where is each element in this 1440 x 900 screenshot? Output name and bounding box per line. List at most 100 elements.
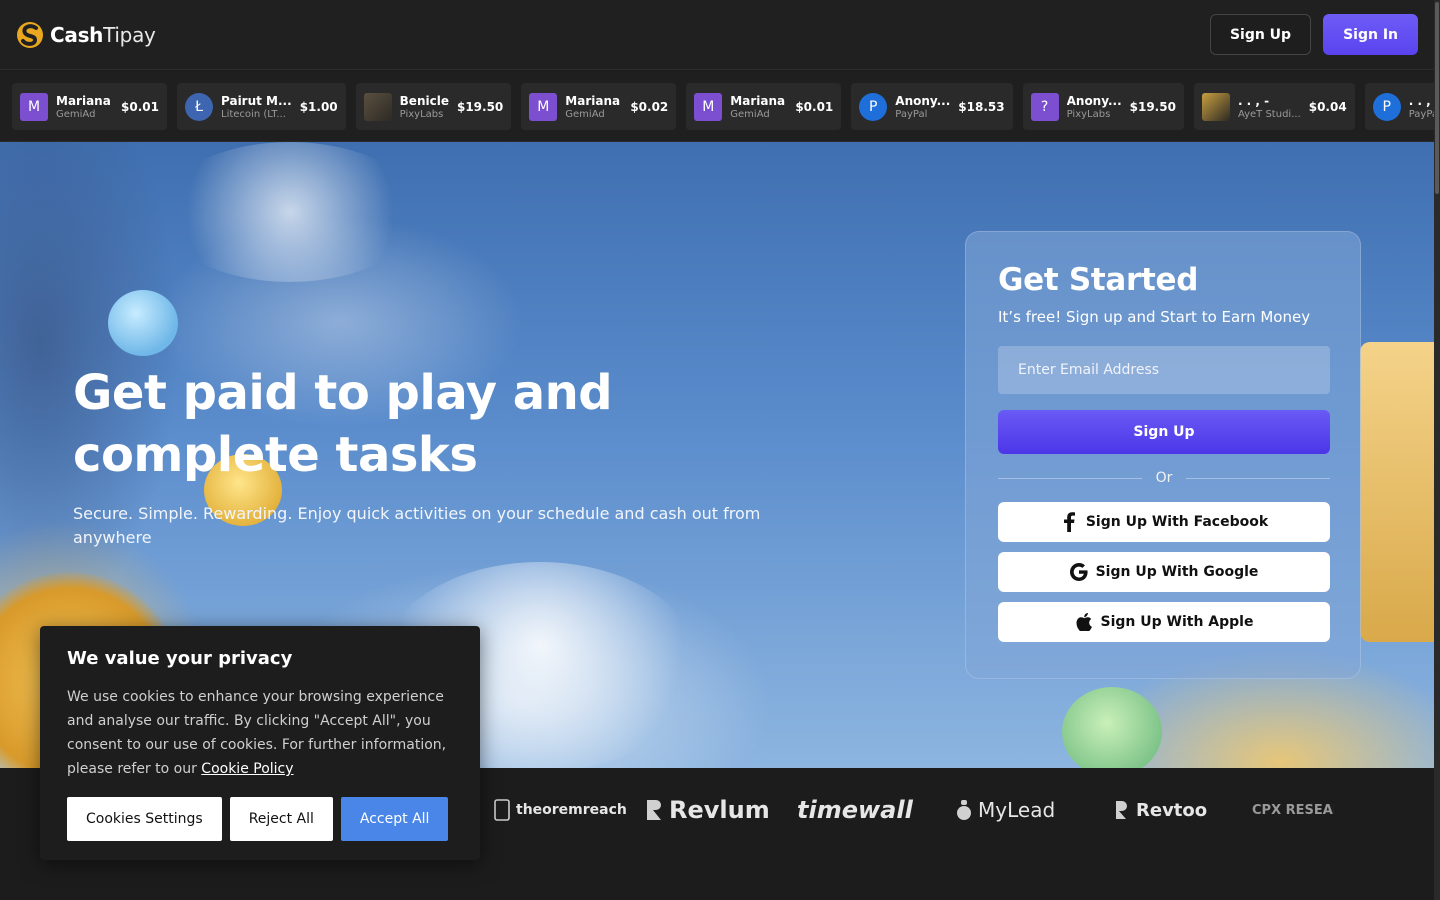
user-avatar: ? [1030, 92, 1059, 121]
apple-signup-label: Sign Up With Apple [1100, 614, 1254, 630]
green-creature-decoration [1062, 687, 1162, 768]
cpx-research-logo: CPX RESEARCH [1246, 796, 1334, 824]
logo-icon [17, 21, 43, 48]
cookie-title: We value your privacy [67, 648, 293, 669]
ticker-amount: $0.02 [630, 99, 669, 114]
apple-signup-button[interactable]: Sign Up With Apple [998, 602, 1330, 642]
mylead-logo: MyLead [956, 796, 1055, 824]
divider-line [1186, 477, 1330, 479]
ticker-source: Litecoin (LT... [221, 108, 286, 120]
ticker-item[interactable]: M Mariana GemiAd $0.01 [686, 83, 842, 130]
email-input[interactable] [998, 346, 1330, 394]
ticker-username: Benicle [399, 93, 449, 108]
header-signup-button[interactable]: Sign Up [1209, 14, 1312, 55]
revlum-mark-icon [647, 800, 661, 820]
castle-decoration [1360, 342, 1434, 642]
ticker-item[interactable]: M Mariana GemiAd $0.01 [12, 83, 167, 130]
logo-text: CashTipay [50, 23, 156, 47]
facebook-signup-label: Sign Up With Facebook [1085, 514, 1269, 530]
paypal-icon: P [859, 92, 888, 121]
revlum-logo: Revlum [645, 796, 770, 824]
reject-all-button[interactable]: Reject All [229, 797, 333, 841]
ticker-username: . . , - [1408, 93, 1434, 108]
google-signup-label: Sign Up With Google [1095, 564, 1259, 580]
hero-cloud-decoration [160, 142, 420, 282]
blue-creature-decoration [108, 290, 178, 356]
scrollbar-thumb[interactable] [1435, 2, 1439, 194]
ticker-item[interactable]: M Mariana GemiAd $0.02 [521, 83, 677, 130]
timewall-label: timewall [797, 796, 913, 824]
signup-card-subtitle: It’s free! Sign up and Start to Earn Mon… [998, 308, 1311, 326]
earnings-ticker: M Mariana GemiAd $0.01 Ł Pairut M... Litecoin … [0, 71, 1434, 142]
ticker-amount: $0.01 [795, 99, 834, 114]
revtoo-mark-icon [1112, 801, 1127, 819]
header-signin-button[interactable]: Sign In [1323, 14, 1418, 55]
ticker-amount: $0.04 [1308, 99, 1347, 114]
header-actions: Sign Up Sign In [1209, 14, 1418, 55]
revtoo-label: Revtoo [1136, 799, 1208, 821]
cpx-label: CPX RESEARCH [1252, 802, 1334, 818]
card-signup-button[interactable]: Sign Up [998, 410, 1330, 454]
user-avatar: M [20, 92, 48, 121]
google-icon [1069, 563, 1088, 581]
ticker-text: . . , - AyeT Studi... [1238, 94, 1301, 120]
ticker-track: M Mariana GemiAd $0.01 Ł Pairut M... Litecoin … [0, 71, 1434, 141]
ticker-source: GemiAd [56, 108, 96, 120]
ticker-source: PayPal [895, 108, 928, 120]
ticker-amount: $19.50 [1129, 99, 1176, 114]
ticker-text: Pairut M... Litecoin (LT... [221, 94, 292, 120]
game-thumbnail [1201, 92, 1230, 121]
ticker-source: PixyLabs [399, 108, 444, 120]
ticker-username: Anony... [1066, 93, 1122, 108]
ticker-source: PixyLabs [1066, 108, 1111, 120]
ticker-amount: $0.01 [121, 99, 159, 114]
or-divider: Or [998, 470, 1330, 486]
page-scrollbar[interactable] [1434, 0, 1440, 900]
ticker-item[interactable]: P . . , -PayPal [1364, 83, 1434, 130]
ticker-username: Pairut M... [221, 93, 292, 108]
revtoo-logo: Revtoo [1110, 796, 1207, 824]
ticker-username: . . , - [1237, 93, 1270, 108]
mylead-label: MyLead [978, 798, 1056, 822]
ticker-text: Benicle PixyLabs [400, 94, 449, 120]
ticker-username: Mariana [56, 93, 111, 108]
ticker-username: Anony... [895, 93, 951, 108]
user-avatar: M [694, 92, 723, 121]
ticker-source: GemiAd [565, 108, 605, 120]
ticker-item[interactable]: Ł Pairut M... Litecoin (LT... $1.00 [177, 83, 346, 130]
ticker-source: PayPal [1408, 108, 1434, 120]
litecoin-icon: Ł [185, 92, 213, 121]
google-signup-button[interactable]: Sign Up With Google [998, 552, 1330, 592]
ticker-item[interactable]: . . , - AyeT Studi... $0.04 [1193, 83, 1355, 130]
theoremreach-logo: theoremreach [494, 796, 627, 824]
revlum-label: Revlum [669, 796, 770, 824]
cashtipay-logo[interactable]: CashTipay [16, 19, 156, 51]
ticker-item[interactable]: Benicle PixyLabs $19.50 [355, 83, 512, 130]
signup-card: Get Started It’s free! Sign up and Start… [965, 231, 1361, 679]
hero-subtitle: Secure. Simple. Rewarding. Enjoy quick a… [73, 504, 761, 547]
theoremreach-label: theoremreach [516, 802, 627, 818]
ticker-text: Mariana GemiAd [730, 94, 787, 120]
cookie-policy-link[interactable]: Cookie Policy [201, 761, 293, 777]
phone-icon [494, 799, 510, 821]
cookies-settings-button[interactable]: Cookies Settings [67, 797, 222, 841]
ticker-text: . . , -PayPal [1409, 94, 1434, 120]
ticker-amount: $19.50 [456, 99, 504, 114]
ticker-source: GemiAd [730, 108, 770, 120]
ticker-item[interactable]: ? Anony... PixyLabs $19.50 [1022, 83, 1184, 130]
accept-all-button[interactable]: Accept All [340, 797, 449, 841]
top-navbar: CashTipay Sign Up Sign In [0, 0, 1434, 70]
moneybag-icon [957, 800, 971, 820]
cookie-body: We use cookies to enhance your browsing … [67, 685, 453, 781]
ticker-amount: $1.00 [299, 99, 338, 114]
logo-text-bold: Cash [50, 22, 104, 47]
ticker-text: Mariana GemiAd [56, 94, 113, 120]
signup-card-title: Get Started [998, 262, 1199, 298]
apple-icon [1075, 613, 1093, 631]
cookie-actions: Cookies Settings Reject All Accept All [67, 797, 453, 841]
cookie-consent-banner: We value your privacy We use cookies to … [40, 626, 480, 860]
or-label: Or [1155, 470, 1173, 486]
ticker-item[interactable]: P Anony... PayPal $18.53 [851, 83, 1013, 130]
paypal-icon: P [1372, 92, 1401, 121]
facebook-signup-button[interactable]: Sign Up With Facebook [998, 502, 1330, 542]
